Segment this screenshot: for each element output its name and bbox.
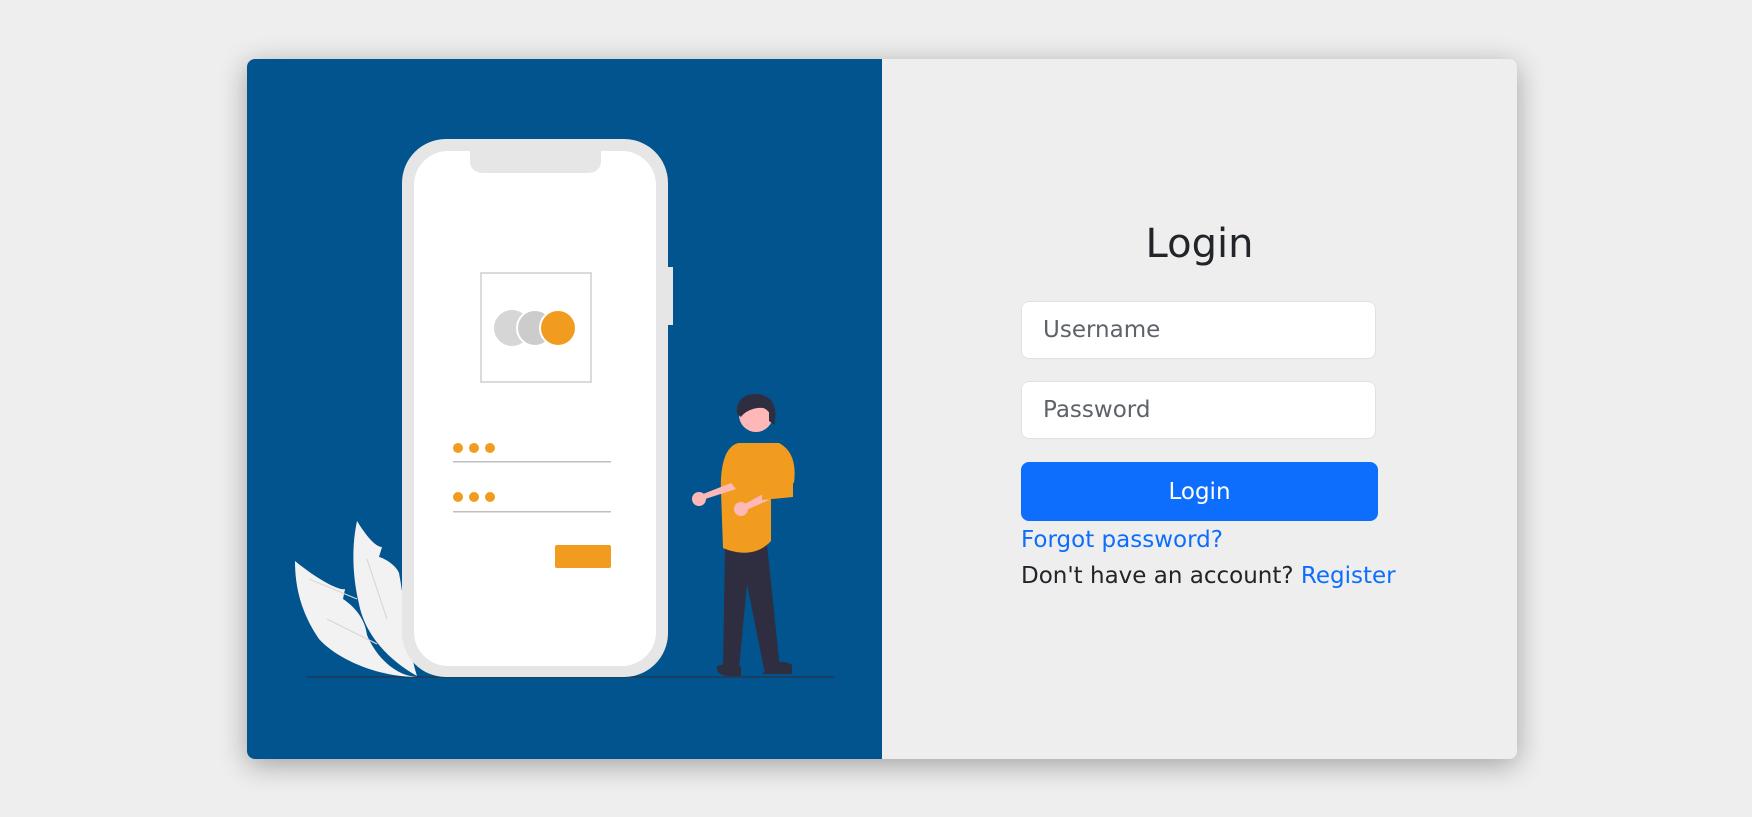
login-card: Login Login Forgot password? Don't have … xyxy=(247,59,1517,759)
username-input[interactable] xyxy=(1021,301,1376,359)
person-illustration xyxy=(692,393,795,676)
login-form-panel: Login Login Forgot password? Don't have … xyxy=(882,59,1517,759)
login-illustration xyxy=(295,139,835,678)
register-link[interactable]: Register xyxy=(1301,563,1396,589)
register-prompt: Don't have an account? Register xyxy=(1021,560,1396,593)
login-title: Login xyxy=(1145,221,1254,267)
password-input[interactable] xyxy=(1021,381,1376,439)
forgot-password-link[interactable]: Forgot password? xyxy=(1021,524,1223,557)
plant-illustration xyxy=(295,521,417,677)
no-account-text: Don't have an account? xyxy=(1021,563,1294,589)
illustration-panel xyxy=(247,59,882,759)
login-button[interactable]: Login xyxy=(1021,462,1378,521)
phone-illustration xyxy=(402,139,673,677)
